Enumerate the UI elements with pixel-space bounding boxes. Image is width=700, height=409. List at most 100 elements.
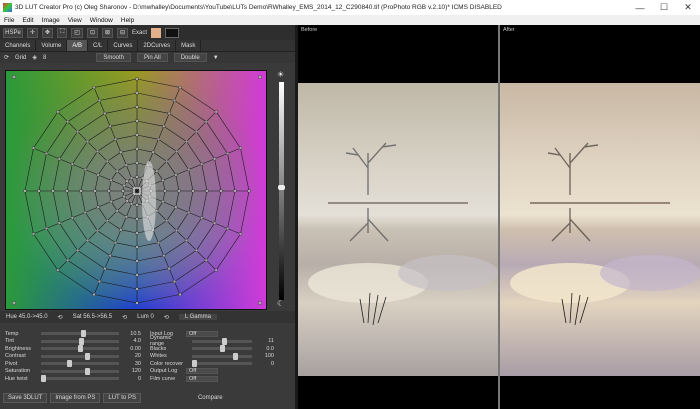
grid-node[interactable] bbox=[79, 189, 83, 193]
menu-image[interactable]: Image bbox=[42, 17, 60, 24]
grid-node[interactable] bbox=[161, 178, 165, 182]
grid-node[interactable] bbox=[105, 219, 109, 223]
grid-node[interactable] bbox=[175, 229, 178, 232]
grid-node[interactable] bbox=[115, 169, 119, 173]
grid-node[interactable] bbox=[151, 150, 155, 154]
grid-node[interactable] bbox=[135, 161, 139, 165]
grid-node[interactable] bbox=[98, 99, 101, 102]
grid-node[interactable] bbox=[205, 189, 209, 193]
grid-node[interactable] bbox=[214, 268, 218, 272]
grid-node[interactable] bbox=[92, 293, 96, 296]
grid-node[interactable] bbox=[96, 150, 99, 153]
slider-knob[interactable] bbox=[192, 360, 197, 368]
grid-node[interactable] bbox=[119, 150, 123, 154]
grid-node[interactable] bbox=[177, 189, 181, 193]
grid-node[interactable] bbox=[247, 189, 251, 193]
menu-edit[interactable]: Edit bbox=[22, 17, 33, 24]
corner-node[interactable] bbox=[12, 75, 16, 79]
grid-node[interactable] bbox=[96, 173, 100, 177]
grid-node[interactable] bbox=[165, 159, 169, 163]
move-tool-icon[interactable]: ✛ bbox=[27, 27, 39, 38]
grid-node[interactable] bbox=[135, 147, 139, 151]
grid-node[interactable] bbox=[187, 168, 191, 171]
grid-node[interactable] bbox=[239, 232, 242, 236]
adjust-value[interactable]: 0 bbox=[256, 361, 274, 367]
rotate-icon[interactable]: ⟲ bbox=[58, 314, 63, 321]
adjust-slider[interactable] bbox=[192, 360, 252, 368]
adjust-slider[interactable] bbox=[41, 367, 119, 375]
grid-node[interactable] bbox=[83, 168, 87, 171]
grid-node[interactable] bbox=[125, 179, 129, 183]
compare-button[interactable]: Compare bbox=[194, 393, 227, 403]
grid-node[interactable] bbox=[96, 229, 99, 232]
grid-node[interactable] bbox=[135, 105, 139, 109]
grid-node[interactable] bbox=[70, 216, 74, 220]
rotate-icon[interactable]: ⟲ bbox=[122, 314, 127, 321]
slider-knob[interactable] bbox=[77, 345, 83, 353]
grid-node[interactable] bbox=[130, 202, 133, 206]
grid-node[interactable] bbox=[124, 163, 128, 167]
corner-node[interactable] bbox=[258, 75, 262, 79]
tab-cl[interactable]: C/L bbox=[88, 40, 109, 51]
grid-node[interactable] bbox=[56, 268, 60, 272]
grid-node[interactable] bbox=[107, 189, 111, 193]
grid-node[interactable] bbox=[76, 130, 79, 133]
adjust-dropdown[interactable]: Off bbox=[186, 368, 218, 375]
grid-node[interactable] bbox=[213, 221, 216, 225]
select-tool-icon[interactable]: ◰ bbox=[71, 27, 83, 38]
grid-node[interactable] bbox=[103, 112, 107, 115]
grid-node[interactable] bbox=[135, 77, 139, 81]
grid-node[interactable] bbox=[213, 157, 216, 161]
grid-node[interactable] bbox=[58, 221, 61, 225]
grid-node[interactable] bbox=[200, 216, 204, 220]
grid-node[interactable] bbox=[96, 205, 100, 209]
luminance-knob[interactable] bbox=[278, 185, 285, 190]
mode-select[interactable]: HSPe bbox=[3, 27, 23, 38]
slider-knob[interactable] bbox=[81, 330, 87, 338]
grid-node[interactable] bbox=[23, 189, 27, 193]
adjust-value[interactable]: 10.5 bbox=[123, 331, 141, 337]
menu-help[interactable]: Help bbox=[121, 17, 134, 24]
adjust-slider[interactable] bbox=[41, 345, 119, 353]
adjust-value[interactable]: 0 bbox=[123, 376, 141, 382]
grid-node[interactable] bbox=[45, 152, 48, 155]
grid-node[interactable] bbox=[37, 189, 41, 193]
adjust-slider[interactable] bbox=[41, 337, 119, 345]
grid-node[interactable] bbox=[161, 200, 165, 204]
grid-node[interactable] bbox=[157, 137, 160, 141]
grid-node[interactable] bbox=[114, 241, 117, 245]
tab-2dcurves[interactable]: 2DCurves bbox=[138, 40, 177, 51]
split-tool-icon[interactable]: ⊟ bbox=[117, 27, 129, 38]
slider-knob[interactable] bbox=[78, 337, 84, 345]
smooth-button[interactable]: Smooth bbox=[96, 53, 132, 62]
adjust-value[interactable]: 4.0 bbox=[123, 338, 141, 344]
rotate-icon[interactable]: ⟲ bbox=[164, 314, 169, 321]
adjust-slider[interactable] bbox=[41, 375, 119, 383]
slider-knob[interactable] bbox=[219, 345, 225, 353]
pin-all-button[interactable]: Pin All bbox=[137, 53, 168, 62]
grid-node[interactable] bbox=[56, 110, 60, 114]
grid-node[interactable] bbox=[135, 287, 139, 291]
grid-node[interactable] bbox=[167, 267, 171, 270]
adjust-value[interactable]: 100 bbox=[256, 353, 274, 359]
color-swatch-after[interactable] bbox=[165, 27, 180, 38]
adjust-dropdown[interactable]: Off bbox=[186, 375, 218, 382]
slider-knob[interactable] bbox=[84, 352, 90, 360]
menu-view[interactable]: View bbox=[68, 17, 82, 24]
adjust-value[interactable]: 11 bbox=[256, 338, 274, 344]
grid-node[interactable] bbox=[32, 232, 35, 236]
grid-node[interactable] bbox=[204, 258, 208, 262]
adjust-value[interactable]: 30 bbox=[123, 361, 141, 367]
grid-node[interactable] bbox=[174, 205, 178, 209]
grid-node[interactable] bbox=[233, 189, 237, 193]
grid-node[interactable] bbox=[135, 119, 139, 123]
grid-node[interactable] bbox=[165, 219, 169, 223]
dropdown-arrow-icon[interactable]: ▼ bbox=[213, 55, 219, 61]
grid-node[interactable] bbox=[119, 228, 123, 232]
grid-node[interactable] bbox=[135, 245, 139, 249]
grid-node[interactable] bbox=[175, 150, 178, 153]
grid-node[interactable] bbox=[163, 189, 167, 193]
tab-volume[interactable]: Volume bbox=[36, 40, 68, 51]
minimize-button[interactable]: — bbox=[628, 0, 652, 15]
grid-node[interactable] bbox=[174, 173, 178, 177]
